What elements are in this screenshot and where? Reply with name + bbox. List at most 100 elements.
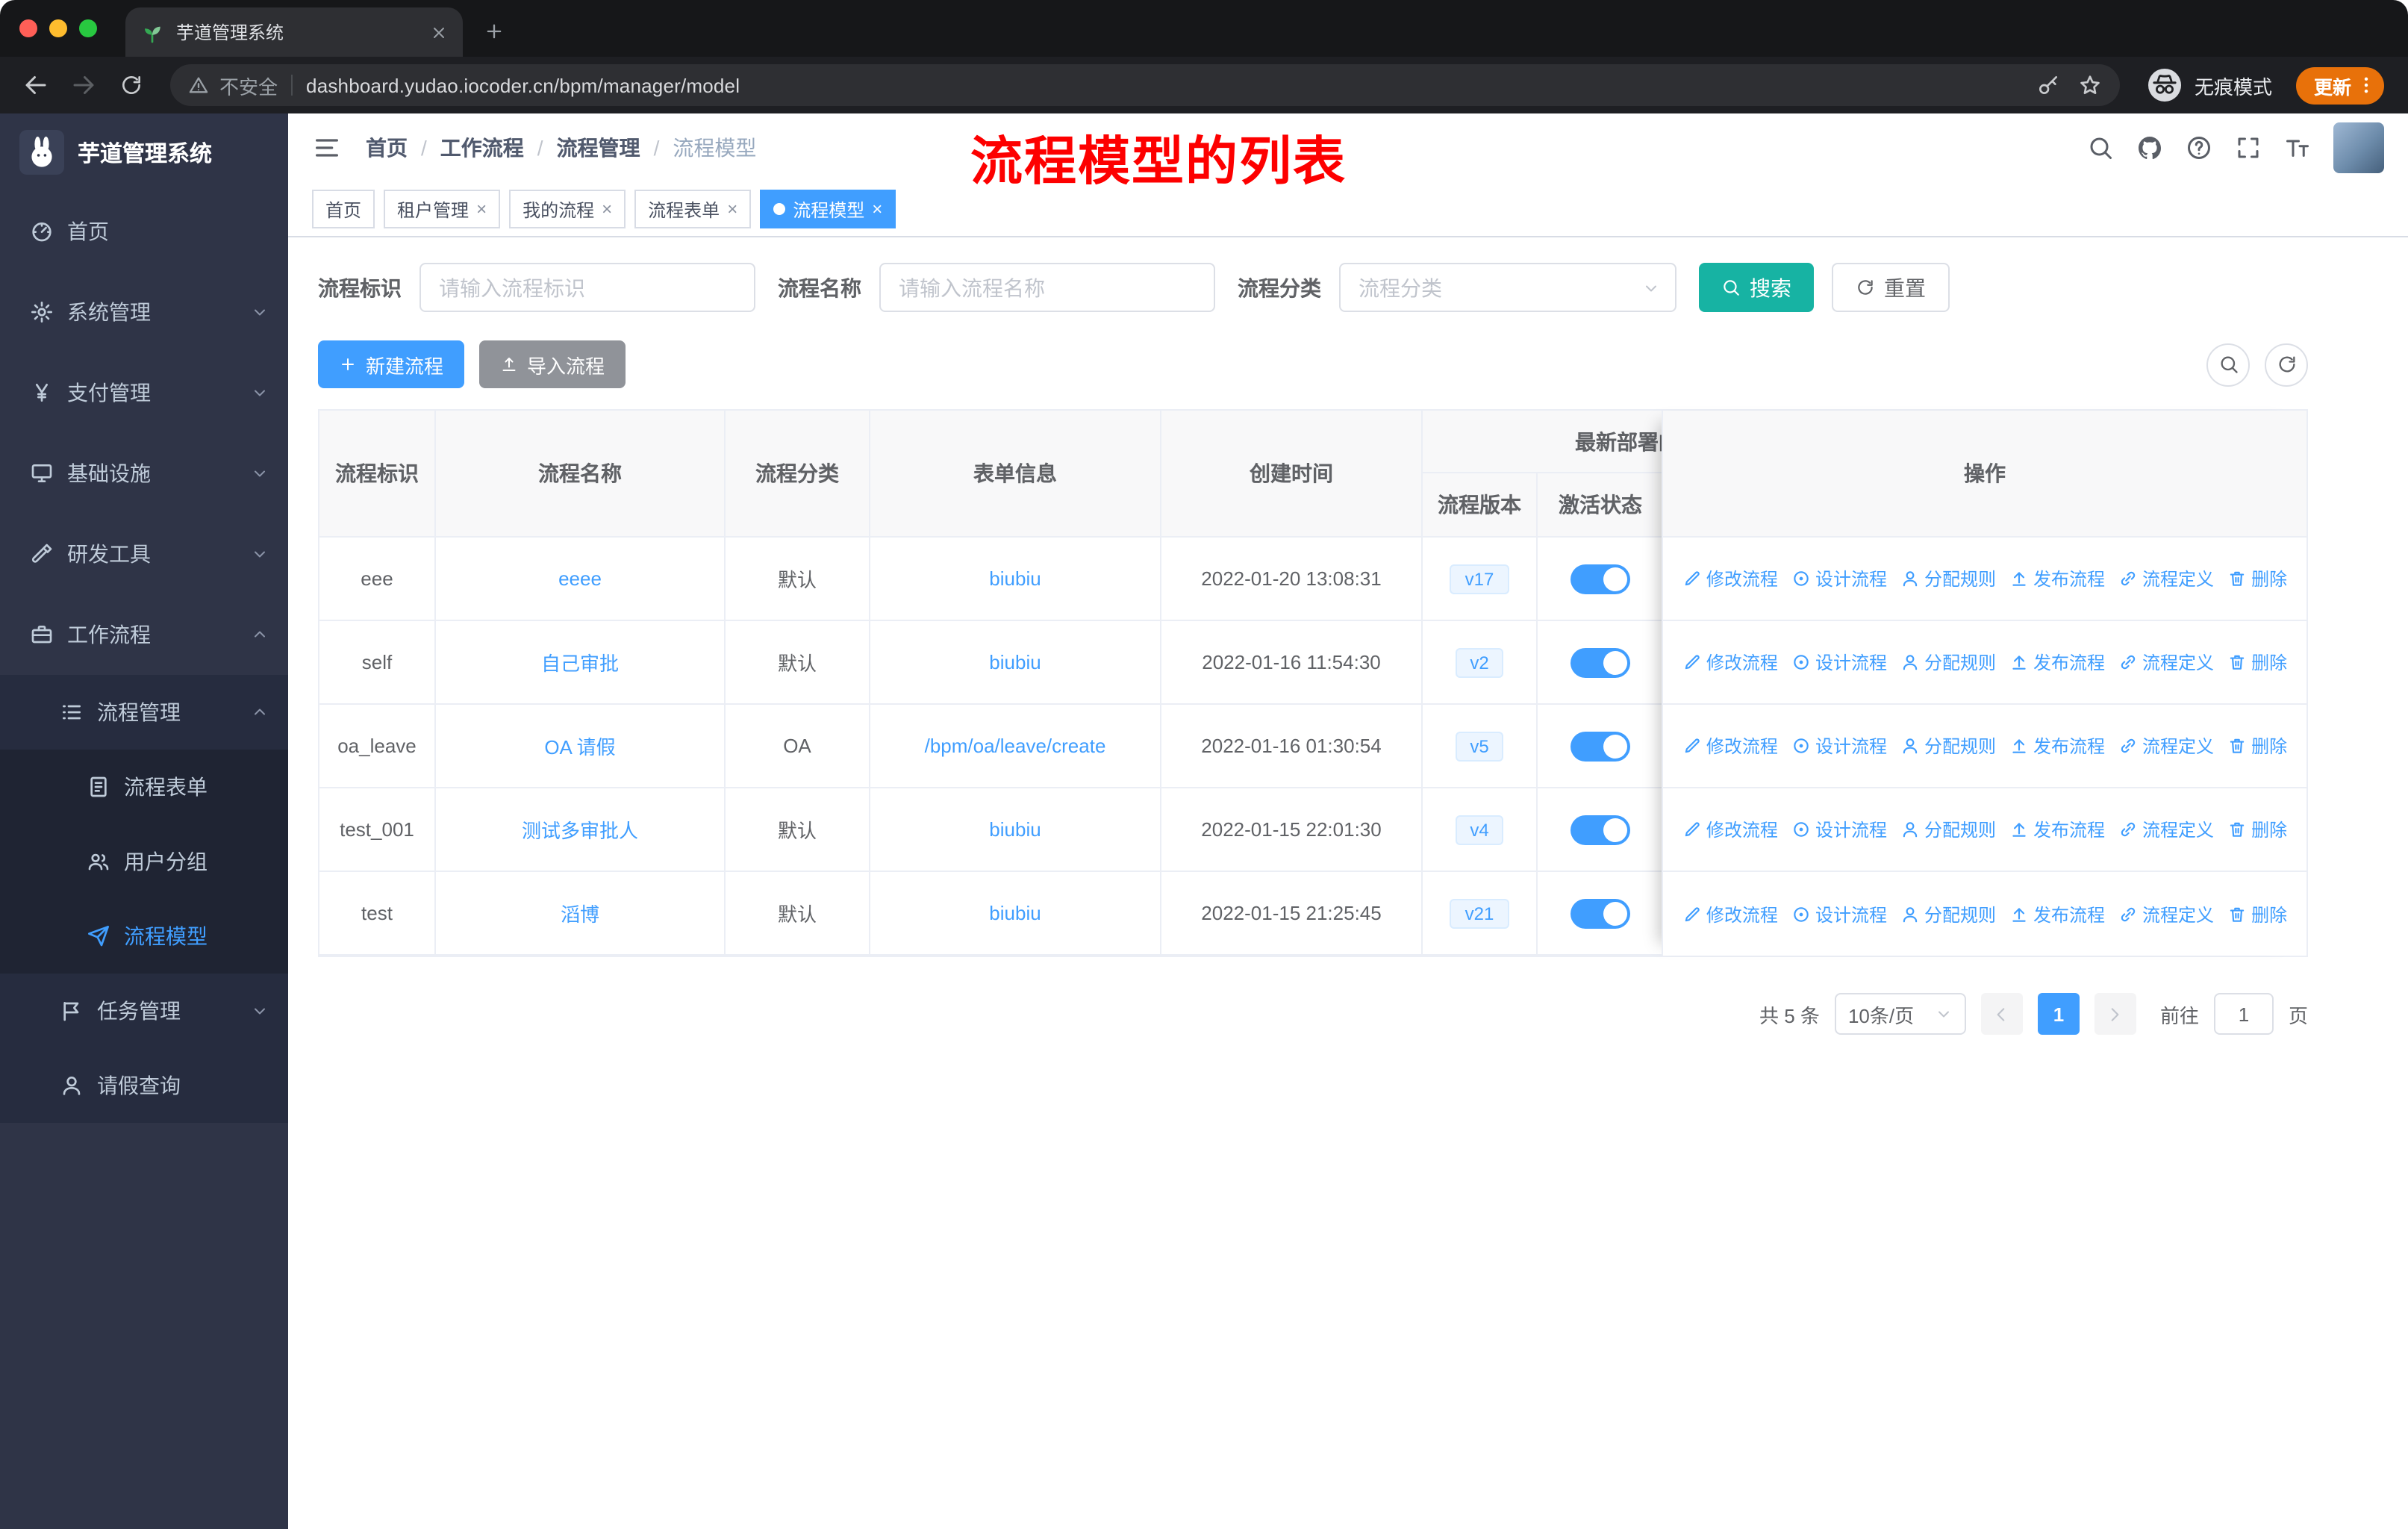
sidebar-item-task-mgmt[interactable]: 任务管理 <box>0 974 288 1048</box>
page-number-1[interactable]: 1 <box>2037 993 2080 1035</box>
close-window-button[interactable] <box>19 19 37 37</box>
tag-流程表单[interactable]: 流程表单 × <box>634 190 752 228</box>
tab-close-icon[interactable] <box>430 23 448 41</box>
forward-button[interactable] <box>63 64 105 106</box>
active-status-toggle[interactable] <box>1570 647 1630 677</box>
action-design[interactable]: 设计流程 <box>1791 901 1887 927</box>
sidebar-item-home[interactable]: 首页 <box>0 191 288 272</box>
update-button[interactable]: 更新 <box>2295 66 2384 104</box>
sidebar-item-devtools[interactable]: 研发工具 <box>0 514 288 594</box>
form-info-link[interactable]: biubiu <box>989 651 1041 673</box>
back-button[interactable] <box>15 64 57 106</box>
breadcrumb-item[interactable]: 流程管理 <box>557 133 640 163</box>
github-icon[interactable] <box>2136 134 2163 161</box>
sidebar-item-user-group[interactable]: 用户分组 <box>0 824 288 899</box>
action-definition[interactable]: 流程定义 <box>2118 650 2214 675</box>
reload-button[interactable] <box>110 64 152 106</box>
zoom-window-button[interactable] <box>79 19 97 37</box>
prev-page-button[interactable] <box>1980 993 2023 1035</box>
address-bar[interactable]: 不安全 dashboard.yudao.iocoder.cn/bpm/manag… <box>170 64 2120 106</box>
sidebar-item-process-mgmt[interactable]: 流程管理 <box>0 675 288 750</box>
process-key-input[interactable] <box>419 263 755 312</box>
process-name-link[interactable]: 滔博 <box>561 899 599 927</box>
action-edit[interactable]: 修改流程 <box>1682 901 1778 927</box>
toggle-search-button[interactable] <box>2206 343 2250 386</box>
action-design[interactable]: 设计流程 <box>1791 650 1887 675</box>
process-name-link[interactable]: eeee <box>558 567 602 590</box>
action-edit[interactable]: 修改流程 <box>1682 650 1778 675</box>
action-delete[interactable]: 删除 <box>2227 566 2287 591</box>
help-icon[interactable] <box>2186 134 2212 161</box>
action-delete[interactable]: 删除 <box>2227 901 2287 927</box>
action-publish[interactable]: 发布流程 <box>2009 733 2105 759</box>
sidebar-item-infra[interactable]: 基础设施 <box>0 433 288 514</box>
breadcrumb-item[interactable]: 首页 <box>366 133 408 163</box>
sidebar-item-leave-query[interactable]: 请假查询 <box>0 1048 288 1123</box>
search-icon[interactable] <box>2087 134 2114 161</box>
form-info-link[interactable]: /bpm/oa/leave/create <box>925 735 1106 757</box>
font-size-icon[interactable] <box>2284 134 2311 161</box>
hamburger-icon[interactable] <box>312 133 342 163</box>
action-assign[interactable]: 分配规则 <box>1900 733 1996 759</box>
process-name-link[interactable]: OA 请假 <box>544 732 615 760</box>
action-design[interactable]: 设计流程 <box>1791 733 1887 759</box>
tag-我的流程[interactable]: 我的流程 × <box>509 190 626 228</box>
tag-close-icon[interactable]: × <box>727 200 737 218</box>
action-definition[interactable]: 流程定义 <box>2118 733 2214 759</box>
browser-menu-icon[interactable] <box>2356 75 2377 96</box>
sidebar-item-process-form[interactable]: 流程表单 <box>0 750 288 824</box>
bookmark-star-icon[interactable] <box>2078 73 2102 97</box>
form-info-link[interactable]: biubiu <box>989 902 1041 924</box>
action-edit[interactable]: 修改流程 <box>1682 817 1778 842</box>
action-delete[interactable]: 删除 <box>2227 817 2287 842</box>
form-info-link[interactable]: biubiu <box>989 567 1041 590</box>
import-process-button[interactable]: 导入流程 <box>479 340 626 388</box>
fullscreen-icon[interactable] <box>2235 134 2262 161</box>
search-button[interactable]: 搜索 <box>1699 263 1814 312</box>
sidebar-item-workflow[interactable]: 工作流程 <box>0 594 288 675</box>
next-page-button[interactable] <box>2094 993 2136 1035</box>
tag-流程模型[interactable]: 流程模型 × <box>760 190 896 228</box>
breadcrumb-item[interactable]: 工作流程 <box>440 133 524 163</box>
sidebar-item-payment[interactable]: 支付管理 <box>0 352 288 433</box>
action-publish[interactable]: 发布流程 <box>2009 650 2105 675</box>
tag-close-icon[interactable]: × <box>476 200 487 218</box>
action-delete[interactable]: 删除 <box>2227 733 2287 759</box>
tag-首页[interactable]: 首页 <box>312 190 375 228</box>
sidebar-item-process-model[interactable]: 流程模型 <box>0 899 288 974</box>
action-edit[interactable]: 修改流程 <box>1682 733 1778 759</box>
action-assign[interactable]: 分配规则 <box>1900 817 1996 842</box>
refresh-table-button[interactable] <box>2265 343 2308 386</box>
action-publish[interactable]: 发布流程 <box>2009 817 2105 842</box>
action-assign[interactable]: 分配规则 <box>1900 901 1996 927</box>
page-size-select[interactable]: 10条/页 <box>1834 993 1966 1035</box>
process-name-input[interactable] <box>879 263 1215 312</box>
new-tab-button[interactable] <box>475 12 514 51</box>
category-select[interactable]: 流程分类 <box>1339 263 1676 312</box>
tag-close-icon[interactable]: × <box>872 200 882 218</box>
action-definition[interactable]: 流程定义 <box>2118 817 2214 842</box>
action-definition[interactable]: 流程定义 <box>2118 566 2214 591</box>
process-name-link[interactable]: 测试多审批人 <box>522 815 638 844</box>
action-assign[interactable]: 分配规则 <box>1900 650 1996 675</box>
action-edit[interactable]: 修改流程 <box>1682 566 1778 591</box>
minimize-window-button[interactable] <box>49 19 67 37</box>
action-delete[interactable]: 删除 <box>2227 650 2287 675</box>
create-process-button[interactable]: 新建流程 <box>318 340 465 388</box>
action-publish[interactable]: 发布流程 <box>2009 901 2105 927</box>
browser-tab[interactable]: 芋道管理系统 <box>125 7 463 57</box>
active-status-toggle[interactable] <box>1570 898 1630 928</box>
form-info-link[interactable]: biubiu <box>989 818 1041 841</box>
action-publish[interactable]: 发布流程 <box>2009 566 2105 591</box>
action-definition[interactable]: 流程定义 <box>2118 901 2214 927</box>
active-status-toggle[interactable] <box>1570 815 1630 844</box>
active-status-toggle[interactable] <box>1570 564 1630 594</box>
password-manager-icon[interactable] <box>2036 73 2060 97</box>
active-status-toggle[interactable] <box>1570 731 1630 761</box>
tag-租户管理[interactable]: 租户管理 × <box>384 190 501 228</box>
action-design[interactable]: 设计流程 <box>1791 817 1887 842</box>
action-design[interactable]: 设计流程 <box>1791 566 1887 591</box>
user-avatar[interactable] <box>2333 122 2384 173</box>
goto-page-input[interactable] <box>2213 993 2274 1035</box>
reset-button[interactable]: 重置 <box>1832 263 1950 312</box>
